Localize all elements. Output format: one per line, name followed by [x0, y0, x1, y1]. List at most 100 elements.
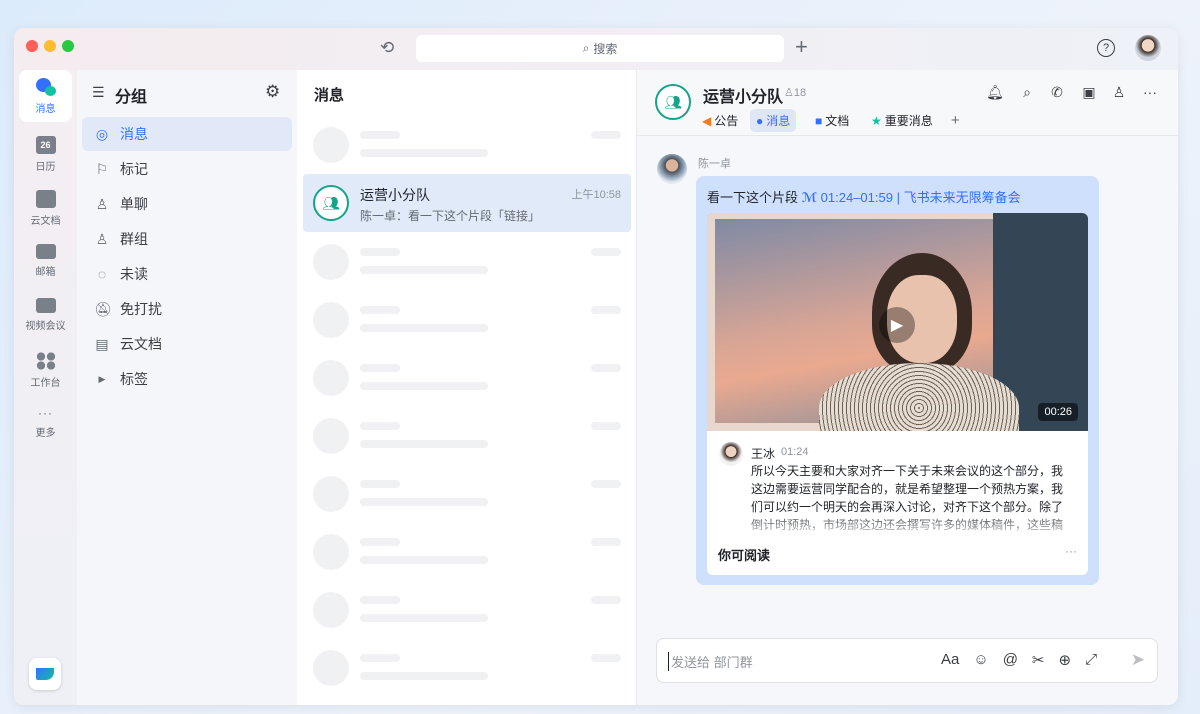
message-body: 看一下这个片段 — [707, 190, 799, 205]
rail-label: 消息 — [35, 104, 56, 115]
add-icon[interactable]: + — [795, 34, 808, 60]
mail-icon — [35, 244, 56, 259]
screenshot-icon[interactable]: ✂ — [1032, 651, 1045, 669]
card-more-button[interactable]: ··· — [1065, 544, 1077, 558]
user-icon: ♙ — [95, 195, 109, 212]
group-item-docs[interactable]: ▤ 云文档 — [82, 327, 292, 361]
rail-item-docs[interactable]: 云文档 — [19, 182, 72, 234]
mention-icon[interactable]: @ — [1003, 651, 1018, 669]
chat-item-active[interactable]: 👥︎ 运营小分队 上午10:58 陈一卓：看一下这个片段「链接」 — [303, 174, 631, 232]
rail-item-workplace[interactable]: 工作台 — [19, 344, 72, 396]
search-input[interactable]: ⌕ 搜索 — [416, 35, 784, 62]
help-icon[interactable]: ? — [1097, 39, 1115, 57]
emoji-icon[interactable]: ☺ — [973, 651, 988, 669]
history-icon[interactable]: ⟲ — [380, 38, 394, 58]
app-logo[interactable] — [29, 658, 61, 690]
message-text: 看一下这个片段 ℳ 01:24–01:59 | 飞书未来无限筹备会 — [707, 187, 1021, 206]
members-icon: ♙ — [784, 87, 794, 99]
flag-icon: ⚐ — [95, 160, 109, 177]
maximize-window-button[interactable] — [62, 40, 74, 52]
chat-panel: 👥︎ 运营小分队 ♙18 ◀ 公告 ● 消息 ■ 文档 ★ 重要消息 + 🔔︎ ⌕ ✆ … — [637, 70, 1178, 705]
member-count[interactable]: ♙18 — [784, 86, 806, 99]
message-input[interactable]: 发送给 部门群 Aa ☺ @ ✂ ⊕ ⤢ ➤ — [656, 638, 1158, 683]
minutes-link[interactable]: 01:24–01:59 | 飞书未来无限筹备会 — [821, 190, 1021, 205]
video-player[interactable]: ▶ 00:26 — [707, 213, 1088, 431]
placeholder-row — [303, 115, 631, 173]
placeholder-row — [303, 522, 631, 580]
settings-icon[interactable]: ⚙ — [265, 82, 280, 102]
font-format-icon[interactable]: Aa — [941, 651, 959, 669]
close-window-button[interactable] — [26, 40, 38, 52]
rail-label: 视频会议 — [25, 321, 66, 332]
rail-label: 更多 — [35, 428, 56, 439]
play-icon[interactable]: ▶ — [879, 307, 915, 343]
sender-avatar[interactable] — [657, 154, 687, 184]
tab-messages[interactable]: ● 消息 — [750, 109, 797, 132]
chat-preview: 陈一卓：看一下这个片段「链接」 — [360, 209, 541, 223]
rail-item-mail[interactable]: 邮箱 — [19, 236, 72, 288]
bell-icon[interactable]: 🔔︎ — [986, 84, 1004, 102]
chat-title: 运营小分队 — [703, 89, 784, 106]
groups-panel: ☰ 分组 ⚙ ◎ 消息 ⚐ 标记 ♙ 单聊 ♙ 群组 ◌ 未读 🔕︎ 免打扰 ▤ 云文档 ▶ 标… — [77, 70, 297, 705]
message-bubble: 看一下这个片段 ℳ 01:24–01:59 | 飞书未来无限筹备会 ▶ 00:2… — [696, 176, 1099, 585]
card-footer: 你可阅读 — [718, 548, 771, 563]
tab-announcement[interactable]: ◀ 公告 — [696, 109, 744, 132]
rail-label: 邮箱 — [35, 267, 56, 278]
add-attachment-icon[interactable]: ⊕ — [1059, 651, 1072, 669]
input-toolbar: Aa ☺ @ ✂ ⊕ ⤢ — [941, 651, 1097, 669]
group-item-unread[interactable]: ◌ 未读 — [82, 257, 292, 291]
minutes-icon: ℳ — [801, 190, 818, 205]
tab-label: 文档 — [825, 114, 850, 128]
placeholder-row — [303, 290, 631, 348]
group-label: 未读 — [120, 266, 148, 282]
group-item-mute[interactable]: 🔕︎ 免打扰 — [82, 292, 292, 326]
group-label: 免打扰 — [120, 301, 162, 317]
phone-icon[interactable]: ✆ — [1048, 84, 1066, 102]
search-placeholder: 搜索 — [593, 42, 618, 56]
more-icon[interactable]: ··· — [1141, 84, 1159, 102]
group-label: 消息 — [120, 126, 148, 142]
collapse-icon[interactable]: ☰ — [92, 84, 105, 101]
video-duration: 00:26 — [1038, 403, 1078, 421]
calendar-icon[interactable]: ▣ — [1080, 84, 1098, 102]
video-card[interactable]: ▶ 00:26 王冰 01:24 所以今天主要和大家对齐一下关于未来会议的这个部… — [707, 213, 1088, 575]
tab-important[interactable]: ★ 重要消息 — [865, 109, 939, 132]
video-camera-icon — [35, 298, 56, 313]
pin-icon: ★ — [871, 113, 882, 128]
chat-time: 上午10:58 — [571, 189, 621, 201]
grid-icon — [35, 352, 56, 370]
rail-item-meeting[interactable]: 视频会议 — [19, 290, 72, 342]
placeholder-row — [303, 464, 631, 522]
group-item-groups[interactable]: ♙ 群组 — [82, 222, 292, 256]
minimize-window-button[interactable] — [44, 40, 56, 52]
send-icon[interactable]: ➤ — [1131, 650, 1145, 670]
search-icon: ⌕ — [582, 41, 590, 55]
input-placeholder: 发送给 部门群 — [668, 652, 753, 671]
placeholder-row — [303, 232, 631, 290]
chat-search-icon[interactable]: ⌕ — [1018, 84, 1036, 102]
chat-icon: ◎ — [95, 125, 109, 142]
rail-item-more[interactable]: ··· 更多 — [19, 398, 72, 450]
group-label: 云文档 — [120, 336, 162, 352]
avatar[interactable] — [1135, 35, 1161, 61]
group-label: 群组 — [120, 231, 148, 247]
transcript-text: 所以今天主要和大家对齐一下关于未来会议的这个部分，我这边需要运营同学配合的，就是… — [751, 464, 1064, 532]
add-member-icon[interactable]: ♙ — [1110, 84, 1128, 102]
rail-item-calendar[interactable]: 26 日历 — [19, 128, 72, 180]
rail-item-messages[interactable]: 消息 — [19, 70, 72, 122]
placeholder-row — [303, 580, 631, 638]
group-item-tags[interactable]: ▶ 标签 — [82, 362, 292, 396]
group-item-direct[interactable]: ♙ 单聊 — [82, 187, 292, 221]
expand-icon[interactable]: ⤢ — [1085, 651, 1097, 669]
list-title: 消息 — [314, 87, 345, 104]
add-tab-button[interactable]: + — [945, 109, 966, 132]
calendar-icon: 26 — [35, 136, 56, 154]
chat-name: 运营小分队 — [360, 187, 430, 203]
unread-icon: ◌ — [97, 266, 107, 282]
placeholder-row — [303, 638, 631, 696]
group-avatar-icon: 👥︎ — [313, 185, 349, 221]
chat-bubble-icon: ● — [756, 113, 764, 128]
group-item-flagged[interactable]: ⚐ 标记 — [82, 152, 292, 186]
group-item-messages[interactable]: ◎ 消息 — [82, 117, 292, 151]
tab-docs[interactable]: ■ 文档 — [809, 109, 855, 132]
